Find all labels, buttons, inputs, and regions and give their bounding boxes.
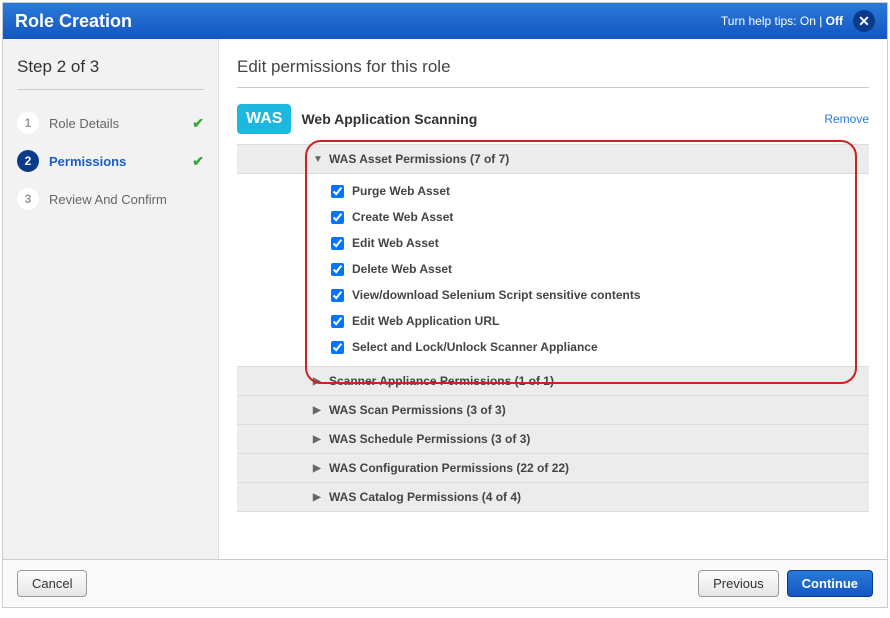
step-number: 1	[17, 112, 39, 134]
perm-label: View/download Selenium Script sensitive …	[352, 288, 641, 302]
check-icon: ✔	[192, 153, 204, 170]
perm-checkbox[interactable]	[331, 341, 344, 354]
step-review-confirm[interactable]: 3 Review And Confirm	[17, 180, 204, 218]
chevron-down-icon: ▼	[313, 154, 323, 165]
perm-group-config[interactable]: ▶ WAS Configuration Permissions (22 of 2…	[237, 454, 869, 483]
step-number: 3	[17, 188, 39, 210]
dialog-title: Role Creation	[15, 11, 132, 32]
perm-label: Select and Lock/Unlock Scanner Appliance	[352, 340, 598, 354]
chevron-right-icon: ▶	[313, 376, 323, 387]
chevron-right-icon: ▶	[313, 434, 323, 445]
perm-item: Create Web Asset	[331, 204, 869, 230]
group-title: Scanner Appliance Permissions (1 of 1)	[329, 374, 554, 388]
perm-checkbox[interactable]	[331, 237, 344, 250]
section-title: Web Application Scanning	[301, 111, 814, 127]
perm-label: Create Web Asset	[352, 210, 453, 224]
perm-item: Edit Web Asset	[331, 230, 869, 256]
perm-item: Edit Web Application URL	[331, 308, 869, 334]
wizard-sidebar: Step 2 of 3 1 Role Details ✔ 2 Permissio…	[3, 39, 219, 559]
role-creation-dialog: Role Creation Turn help tips: On | Off ✕…	[2, 2, 888, 608]
close-icon[interactable]: ✕	[853, 10, 875, 32]
perm-group-schedule[interactable]: ▶ WAS Schedule Permissions (3 of 3)	[237, 425, 869, 454]
perm-group-asset[interactable]: ▼ WAS Asset Permissions (7 of 7)	[237, 144, 869, 174]
help-tips-toggle[interactable]: Turn help tips: On | Off	[721, 14, 843, 28]
step-label: Role Details	[49, 116, 182, 131]
step-permissions[interactable]: 2 Permissions ✔	[17, 142, 204, 180]
perm-checkbox[interactable]	[331, 289, 344, 302]
perm-label: Edit Web Application URL	[352, 314, 499, 328]
group-title: WAS Asset Permissions (7 of 7)	[329, 152, 509, 166]
chevron-right-icon: ▶	[313, 463, 323, 474]
cancel-button[interactable]: Cancel	[17, 570, 87, 597]
chevron-right-icon: ▶	[313, 492, 323, 503]
perm-group-catalog[interactable]: ▶ WAS Catalog Permissions (4 of 4)	[237, 483, 869, 512]
group-title: WAS Schedule Permissions (3 of 3)	[329, 432, 530, 446]
perm-item: Select and Lock/Unlock Scanner Appliance	[331, 334, 869, 360]
perm-label: Purge Web Asset	[352, 184, 450, 198]
perm-label: Delete Web Asset	[352, 262, 452, 276]
check-icon: ✔	[192, 115, 204, 132]
group-title: WAS Catalog Permissions (4 of 4)	[329, 490, 521, 504]
perm-group-scan[interactable]: ▶ WAS Scan Permissions (3 of 3)	[237, 396, 869, 425]
was-badge-icon: WAS	[237, 104, 291, 134]
step-indicator: Step 2 of 3	[17, 57, 204, 77]
dialog-footer: Cancel Previous Continue	[3, 559, 887, 607]
perm-group-asset-items: Purge Web Asset Create Web Asset Edit We…	[237, 174, 869, 366]
perm-group-scanner[interactable]: ▶ Scanner Appliance Permissions (1 of 1)	[237, 367, 869, 396]
previous-button[interactable]: Previous	[698, 570, 779, 597]
permission-section-was: WAS Web Application Scanning Remove ▼ WA…	[237, 100, 869, 512]
remove-section-link[interactable]: Remove	[824, 112, 869, 126]
perm-label: Edit Web Asset	[352, 236, 439, 250]
perm-checkbox[interactable]	[331, 263, 344, 276]
page-title: Edit permissions for this role	[237, 57, 869, 77]
perm-checkbox[interactable]	[331, 211, 344, 224]
step-label: Review And Confirm	[49, 192, 204, 207]
step-label: Permissions	[49, 154, 182, 169]
perm-checkbox[interactable]	[331, 185, 344, 198]
continue-button[interactable]: Continue	[787, 570, 873, 597]
perm-item: View/download Selenium Script sensitive …	[331, 282, 869, 308]
chevron-right-icon: ▶	[313, 405, 323, 416]
group-title: WAS Scan Permissions (3 of 3)	[329, 403, 506, 417]
perm-checkbox[interactable]	[331, 315, 344, 328]
main-panel: Edit permissions for this role WAS Web A…	[219, 39, 887, 559]
titlebar: Role Creation Turn help tips: On | Off ✕	[3, 3, 887, 39]
perm-item: Purge Web Asset	[331, 178, 869, 204]
step-role-details[interactable]: 1 Role Details ✔	[17, 104, 204, 142]
perm-item: Delete Web Asset	[331, 256, 869, 282]
step-number: 2	[17, 150, 39, 172]
group-title: WAS Configuration Permissions (22 of 22)	[329, 461, 569, 475]
